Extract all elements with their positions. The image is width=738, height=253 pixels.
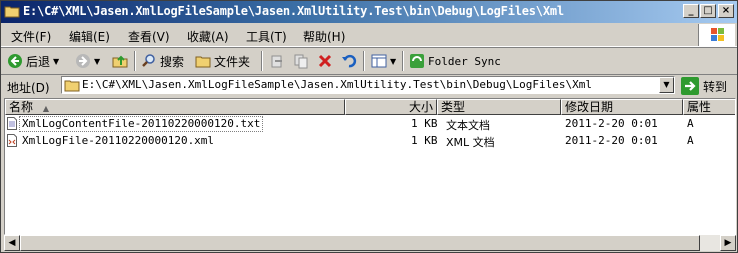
window-title: E:\C#\XML\Jasen.XmlLogFileSample\Jasen.X… [23,4,564,18]
menu-bar: 文件(F) 编辑(E) 查看(V) 收藏(A) 工具(T) 帮助(H) [1,24,737,47]
file-modified: 2011-2-20 0:01 [565,117,658,130]
scroll-left-button[interactable]: ◀ [4,235,20,251]
column-header-attributes[interactable]: 属性 [683,99,735,115]
sort-ascending-icon: ▲ [42,104,49,113]
minimize-button[interactable]: _ [683,4,699,18]
column-header-name[interactable]: 名称 ▲ [5,99,345,115]
horizontal-scrollbar[interactable]: ◀ ▶ [4,235,736,251]
file-modified: 2011-2-20 0:01 [565,134,658,147]
column-header-type[interactable]: 类型 [437,99,561,115]
copy-to-icon [294,54,308,69]
back-arrow-icon [8,54,22,68]
file-attributes: A [687,117,694,130]
folder-icon [4,6,20,18]
address-dropdown-button[interactable]: ▼ [659,77,674,93]
folder-sync-icon [410,54,424,68]
menu-tools[interactable]: 工具(T) [246,28,287,45]
xml-file-icon [7,134,17,147]
chevron-down-icon: ▼ [94,56,101,66]
file-name: XmlLogFile-20110220000120.xml [22,134,215,147]
windows-logo-icon [698,24,735,46]
folder-sync-button[interactable]: Folder Sync [409,52,501,70]
address-label: 地址(D) [7,81,50,95]
search-button[interactable]: 搜索 [141,52,184,70]
folders-button[interactable]: 文件夹 [195,52,250,70]
menu-edit[interactable]: 编辑(E) [69,28,110,45]
go-arrow-icon [681,77,699,95]
address-input[interactable]: E:\C#\XML\Jasen.XmlLogFileSample\Jasen.X… [61,76,675,94]
delete-x-icon [318,54,332,68]
forward-button[interactable]: ▼ [75,52,100,70]
column-header-size[interactable]: 大小 [345,99,437,115]
table-row[interactable]: XmlLogFile-20110220000120.xml 1 KB XML 文… [5,133,735,149]
search-label: 搜索 [160,54,185,69]
column-name-label: 名称 [9,100,34,114]
undo-button[interactable] [341,52,357,70]
text-file-icon [7,117,17,130]
go-label: 转到 [703,79,728,94]
file-name: XmlLogContentFile-20110220000120.txt [19,116,264,132]
back-label: 后退 [26,54,51,69]
delete-button[interactable] [317,52,333,70]
menu-favorites[interactable]: 收藏(A) [187,28,229,45]
folder-icon [64,80,80,92]
file-size: 1 KB [411,117,438,130]
explorer-window: E:\C#\XML\Jasen.XmlLogFileSample\Jasen.X… [0,0,738,253]
file-type: 文本文档 [446,119,490,132]
up-folder-button[interactable] [112,52,128,70]
back-button[interactable]: 后退 ▼ [7,52,59,70]
folder-sync-label: Folder Sync [428,54,501,68]
copy-to-button[interactable] [293,52,309,70]
menu-view[interactable]: 查看(V) [128,28,170,45]
move-to-icon [271,55,282,68]
forward-arrow-icon [76,54,90,68]
up-folder-icon [112,55,128,68]
go-button[interactable]: 转到 [681,77,727,95]
menu-file[interactable]: 文件(F) [11,28,51,45]
undo-icon [342,54,357,68]
maximize-button[interactable]: □ [700,4,716,18]
column-header-modified[interactable]: 修改日期 [561,99,683,115]
folders-label: 文件夹 [214,54,251,69]
address-value: E:\C#\XML\Jasen.XmlLogFileSample\Jasen.X… [82,78,592,91]
chevron-down-icon: ▼ [53,56,60,66]
file-list[interactable]: 名称 ▲ 大小 类型 修改日期 属性 XmlLogContentFile-201… [4,98,736,235]
toolbar: 后退 ▼ ▼ 搜索 文件夹 ▼ Folder Sync [1,47,737,75]
folders-icon [195,56,211,68]
scroll-right-button[interactable]: ▶ [720,235,736,251]
file-type: XML 文档 [446,136,495,149]
search-icon [142,54,155,67]
title-bar[interactable]: E:\C#\XML\Jasen.XmlLogFileSample\Jasen.X… [1,1,737,23]
address-bar: 地址(D) E:\C#\XML\Jasen.XmlLogFileSample\J… [1,74,737,97]
chevron-down-icon: ▼ [390,56,397,66]
menu-help[interactable]: 帮助(H) [303,28,345,45]
scroll-thumb[interactable] [20,235,700,251]
views-grid-icon [371,54,387,68]
close-button[interactable]: × [718,4,734,18]
views-button[interactable]: ▼ [371,52,396,70]
file-attributes: A [687,134,694,147]
list-header: 名称 ▲ 大小 类型 修改日期 属性 [5,99,735,115]
table-row[interactable]: XmlLogContentFile-20110220000120.txt 1 K… [5,116,735,132]
move-to-button[interactable] [269,52,285,70]
file-size: 1 KB [411,134,438,147]
